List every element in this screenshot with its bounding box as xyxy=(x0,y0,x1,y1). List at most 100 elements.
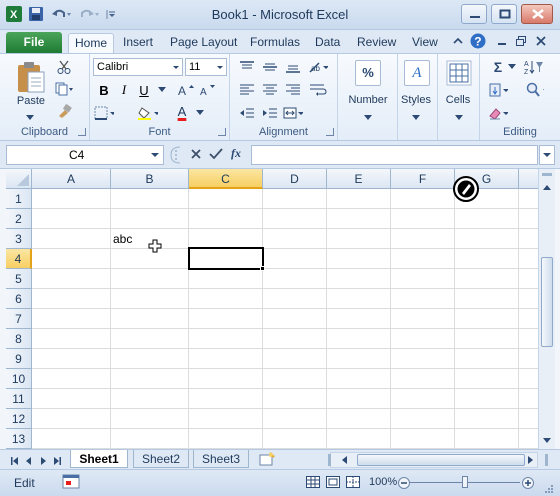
clear-icon[interactable] xyxy=(488,104,508,122)
minimize-button[interactable] xyxy=(461,4,487,24)
maximize-button[interactable] xyxy=(491,4,517,24)
sheet-tab-sheet1[interactable]: Sheet1 xyxy=(70,450,128,468)
tab-file[interactable]: File xyxy=(6,32,62,53)
sheet-tab-sheet2[interactable]: Sheet2 xyxy=(133,450,189,468)
minimize-ribbon-icon[interactable] xyxy=(452,35,464,50)
borders-icon[interactable] xyxy=(94,104,114,122)
format-painter-icon[interactable] xyxy=(54,102,74,120)
alignment-launcher-icon[interactable] xyxy=(326,128,334,136)
find-select-icon[interactable] xyxy=(524,81,544,99)
insert-function-button[interactable]: fx xyxy=(231,146,241,161)
scroll-right-icon[interactable] xyxy=(524,454,536,469)
row-header-11[interactable]: 11 xyxy=(6,389,32,409)
row-header-1[interactable]: 1 xyxy=(6,189,32,209)
page-layout-view-icon[interactable] xyxy=(326,476,340,491)
orientation-icon[interactable]: ab xyxy=(308,58,328,76)
align-bottom-icon[interactable] xyxy=(283,58,303,76)
tab-insert[interactable]: Insert xyxy=(117,33,159,53)
paste-dropdown-icon[interactable] xyxy=(26,110,34,124)
vertical-scrollbar[interactable] xyxy=(538,169,555,449)
align-center-icon[interactable] xyxy=(260,81,280,99)
last-sheet-icon[interactable] xyxy=(52,455,62,469)
fill-icon[interactable] xyxy=(488,81,508,99)
styles-button[interactable]: A xyxy=(404,60,430,86)
styles-dropdown-icon[interactable] xyxy=(412,110,420,124)
resize-grip-icon[interactable] xyxy=(543,483,555,496)
wrap-text-icon[interactable] xyxy=(308,81,328,99)
vertical-scroll-thumb[interactable] xyxy=(541,257,553,347)
font-size-dropdown-icon[interactable] xyxy=(214,59,226,75)
macro-record-icon[interactable] xyxy=(62,474,80,493)
row-header-7[interactable]: 7 xyxy=(6,309,32,329)
worksheet-grid[interactable]: A B C D E F G 1 2 3 4 5 6 7 8 9 10 11 12… xyxy=(6,169,538,449)
column-header-f[interactable]: F xyxy=(391,169,455,189)
column-header-b[interactable]: B xyxy=(111,169,189,189)
zoom-level[interactable]: 100% xyxy=(369,476,397,488)
scroll-down-icon[interactable] xyxy=(540,433,554,447)
zoom-in-icon[interactable] xyxy=(522,477,534,492)
paste-label[interactable]: Paste xyxy=(12,95,50,107)
select-all-corner[interactable] xyxy=(6,169,32,189)
underline-dropdown-icon[interactable] xyxy=(152,81,172,99)
fill-color-icon[interactable] xyxy=(138,104,158,122)
tab-view[interactable]: View xyxy=(406,33,444,53)
align-right-icon[interactable] xyxy=(283,81,303,99)
row-header-3[interactable]: 3 xyxy=(6,229,32,249)
column-header-c[interactable]: C xyxy=(189,169,263,189)
font-color-dropdown-icon[interactable] xyxy=(190,104,210,122)
row-header-2[interactable]: 2 xyxy=(6,209,32,229)
font-launcher-icon[interactable] xyxy=(218,128,226,136)
scroll-up-icon[interactable] xyxy=(540,181,554,195)
underline-button[interactable]: U xyxy=(134,81,154,99)
row-header-5[interactable]: 5 xyxy=(6,269,32,289)
close-button[interactable] xyxy=(521,4,553,24)
insert-worksheet-icon[interactable] xyxy=(258,452,276,470)
column-header-d[interactable]: D xyxy=(263,169,327,189)
row-header-13[interactable]: 13 xyxy=(6,429,32,449)
cells-label[interactable]: Cells xyxy=(438,94,478,106)
styles-label[interactable]: Styles xyxy=(398,94,434,106)
paste-icon[interactable] xyxy=(16,60,46,97)
font-color-button[interactable]: A xyxy=(172,102,192,120)
tab-review[interactable]: Review xyxy=(351,33,402,53)
page-break-view-icon[interactable] xyxy=(346,476,360,491)
tab-formulas[interactable]: Formulas xyxy=(244,33,306,53)
copy-icon[interactable] xyxy=(54,80,74,98)
sheet-tab-sheet3[interactable]: Sheet3 xyxy=(193,450,249,468)
decrease-indent-icon[interactable] xyxy=(237,104,257,122)
italic-button[interactable]: I xyxy=(114,81,134,99)
align-left-icon[interactable] xyxy=(237,81,257,99)
formula-input[interactable] xyxy=(251,145,538,165)
formula-bar-handle-icon[interactable] xyxy=(168,146,182,167)
bold-button[interactable]: B xyxy=(94,81,114,99)
name-box[interactable]: C4 xyxy=(6,145,164,165)
cell-b3[interactable]: abc xyxy=(113,232,132,246)
align-middle-icon[interactable] xyxy=(260,58,280,76)
cells-dropdown-icon[interactable] xyxy=(455,110,463,124)
enter-entry-icon[interactable] xyxy=(209,148,223,163)
row-header-8[interactable]: 8 xyxy=(6,329,32,349)
row-header-9[interactable]: 9 xyxy=(6,349,32,369)
number-label[interactable]: Number xyxy=(338,94,398,106)
column-header-a[interactable]: A xyxy=(32,169,111,189)
number-format-button[interactable]: % xyxy=(355,60,381,86)
increase-indent-icon[interactable] xyxy=(260,104,280,122)
cut-icon[interactable] xyxy=(54,58,74,76)
tab-home[interactable]: Home xyxy=(68,33,115,53)
merge-center-icon[interactable] xyxy=(283,104,303,122)
tab-data[interactable]: Data xyxy=(309,33,346,53)
expand-formula-bar-button[interactable] xyxy=(539,145,555,165)
workbook-close-icon[interactable] xyxy=(535,35,547,50)
cells-icon[interactable] xyxy=(446,60,472,89)
name-box-dropdown-icon[interactable] xyxy=(150,146,160,169)
horizontal-scroll-thumb[interactable] xyxy=(357,454,525,466)
clipboard-launcher-icon[interactable] xyxy=(78,128,86,136)
workbook-minimize-icon[interactable] xyxy=(497,35,507,50)
increase-font-icon[interactable]: A xyxy=(176,81,196,99)
zoom-out-icon[interactable] xyxy=(398,477,410,492)
tab-page-layout[interactable]: Page Layout xyxy=(164,33,243,53)
font-size-combo[interactable]: 11 xyxy=(185,58,227,76)
column-header-partial[interactable] xyxy=(519,169,538,189)
normal-view-icon[interactable] xyxy=(306,476,320,491)
active-cell-c4[interactable] xyxy=(188,247,264,270)
